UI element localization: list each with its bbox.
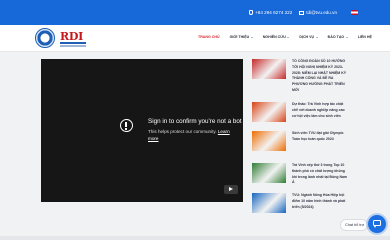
university-seal-logo[interactable] — [35, 28, 55, 48]
chevron-down-icon — [315, 36, 318, 38]
chevron-down-icon — [287, 36, 290, 38]
vietnam-flag-icon[interactable] — [351, 10, 358, 15]
embedded-video-player[interactable]: Sign in to confirm you're not a bot This… — [41, 59, 243, 202]
mail-icon — [299, 10, 305, 15]
chat-bubble-tail — [374, 225, 376, 228]
news-title[interactable]: TVU: Ngành Nông Hóa Hiệp hội điểm 10 năm… — [292, 193, 350, 210]
main-nav: TRANG CHỦ GIỚI THIỆU NGHIÊN CỨU DỊCH VỤ … — [198, 35, 382, 39]
news-item[interactable]: TỔ CÔNG ĐOÀN SỐ 10 HƯỚNG TỚI HỘI NGHỊ NH… — [250, 57, 350, 92]
nav-item-about[interactable]: GIỚI THIỆU — [230, 35, 253, 39]
video-message-body: This helps protect our community. Learn … — [148, 129, 240, 142]
news-title[interactable]: Sinh viên TVU đạt giải Olympic Toán học … — [292, 131, 350, 143]
nav-item-training[interactable]: ĐÀO TẠO — [328, 35, 348, 39]
news-thumbnail[interactable] — [252, 193, 286, 213]
page: +84 294 6274 222 tdi@tvu.edu.vn RDI TRAN… — [0, 0, 390, 240]
news-item[interactable]: Sinh viên TVU đạt giải Olympic Toán học … — [250, 129, 350, 161]
chat-support-label[interactable]: Chat hỗ trợ — [340, 219, 368, 231]
play-triangle — [229, 187, 233, 192]
video-message-text: This helps protect our community. — [148, 129, 217, 134]
news-thumbnail[interactable] — [252, 131, 286, 151]
nav-item-research[interactable]: NGHIÊN CỨU — [263, 35, 290, 39]
news-title[interactable]: TỔ CÔNG ĐOÀN SỐ 10 HƯỚNG TỚI HỘI NGHỊ NH… — [292, 59, 350, 94]
video-message-title: Sign in to confirm you're not a bot — [148, 118, 242, 125]
logo-rule — [60, 42, 86, 44]
chevron-down-icon — [250, 36, 253, 38]
news-item[interactable]: TVU: Ngành Nông Hóa Hiệp hội điểm 10 năm… — [250, 191, 350, 223]
top-contact-bar: +84 294 6274 222 tdi@tvu.edu.vn — [0, 0, 390, 25]
news-item[interactable]: Trà Vinh xếp thứ 3 trong Top 10 thành ph… — [250, 161, 350, 193]
news-thumbnail[interactable] — [252, 102, 286, 122]
rdi-logo[interactable]: RDI — [60, 30, 88, 48]
email-address: tdi@tvu.edu.vn — [306, 10, 337, 15]
news-title[interactable]: Dự thảo: Trà Vinh hợp tác chặt chẽ với d… — [292, 102, 350, 119]
warning-icon-bar — [125, 122, 127, 127]
nav-item-label: ĐÀO TẠO — [327, 35, 345, 39]
phone-icon — [249, 10, 254, 15]
warning-icon — [120, 119, 133, 132]
site-header: RDI TRANG CHỦ GIỚI THIỆU NGHIÊN CỨU DỊCH… — [0, 25, 390, 52]
nav-item-label: DỊCH VỤ — [299, 35, 315, 39]
news-title[interactable]: Trà Vinh xếp thứ 3 trong Top 10 thành ph… — [292, 163, 350, 186]
nav-item-label: GIỚI THIỆU — [229, 35, 250, 39]
nav-item-contact[interactable]: LIÊN HỆ — [358, 35, 372, 39]
logo-rule — [60, 45, 86, 47]
news-thumbnail[interactable] — [252, 163, 286, 183]
chevron-down-icon — [345, 36, 348, 38]
phone-contact[interactable]: +84 294 6274 222 — [249, 10, 292, 15]
warning-icon-dot — [125, 128, 127, 130]
chat-icon[interactable] — [368, 215, 386, 233]
email-contact[interactable]: tdi@tvu.edu.vn — [299, 10, 337, 15]
nav-item-home[interactable]: TRANG CHỦ — [198, 35, 220, 39]
nav-item-label: LIÊN HỆ — [357, 35, 372, 39]
page-bottom-edge — [0, 236, 390, 240]
news-thumbnail[interactable] — [252, 59, 286, 79]
news-item[interactable]: Dự thảo: Trà Vinh hợp tác chặt chẽ với d… — [250, 100, 350, 132]
youtube-play-icon[interactable] — [224, 185, 238, 194]
nav-item-label: TRANG CHỦ — [198, 35, 220, 39]
phone-number: +84 294 6274 222 — [255, 10, 293, 15]
nav-item-label: NGHIÊN CỨU — [262, 35, 286, 39]
nav-item-services[interactable]: DỊCH VỤ — [299, 35, 318, 39]
